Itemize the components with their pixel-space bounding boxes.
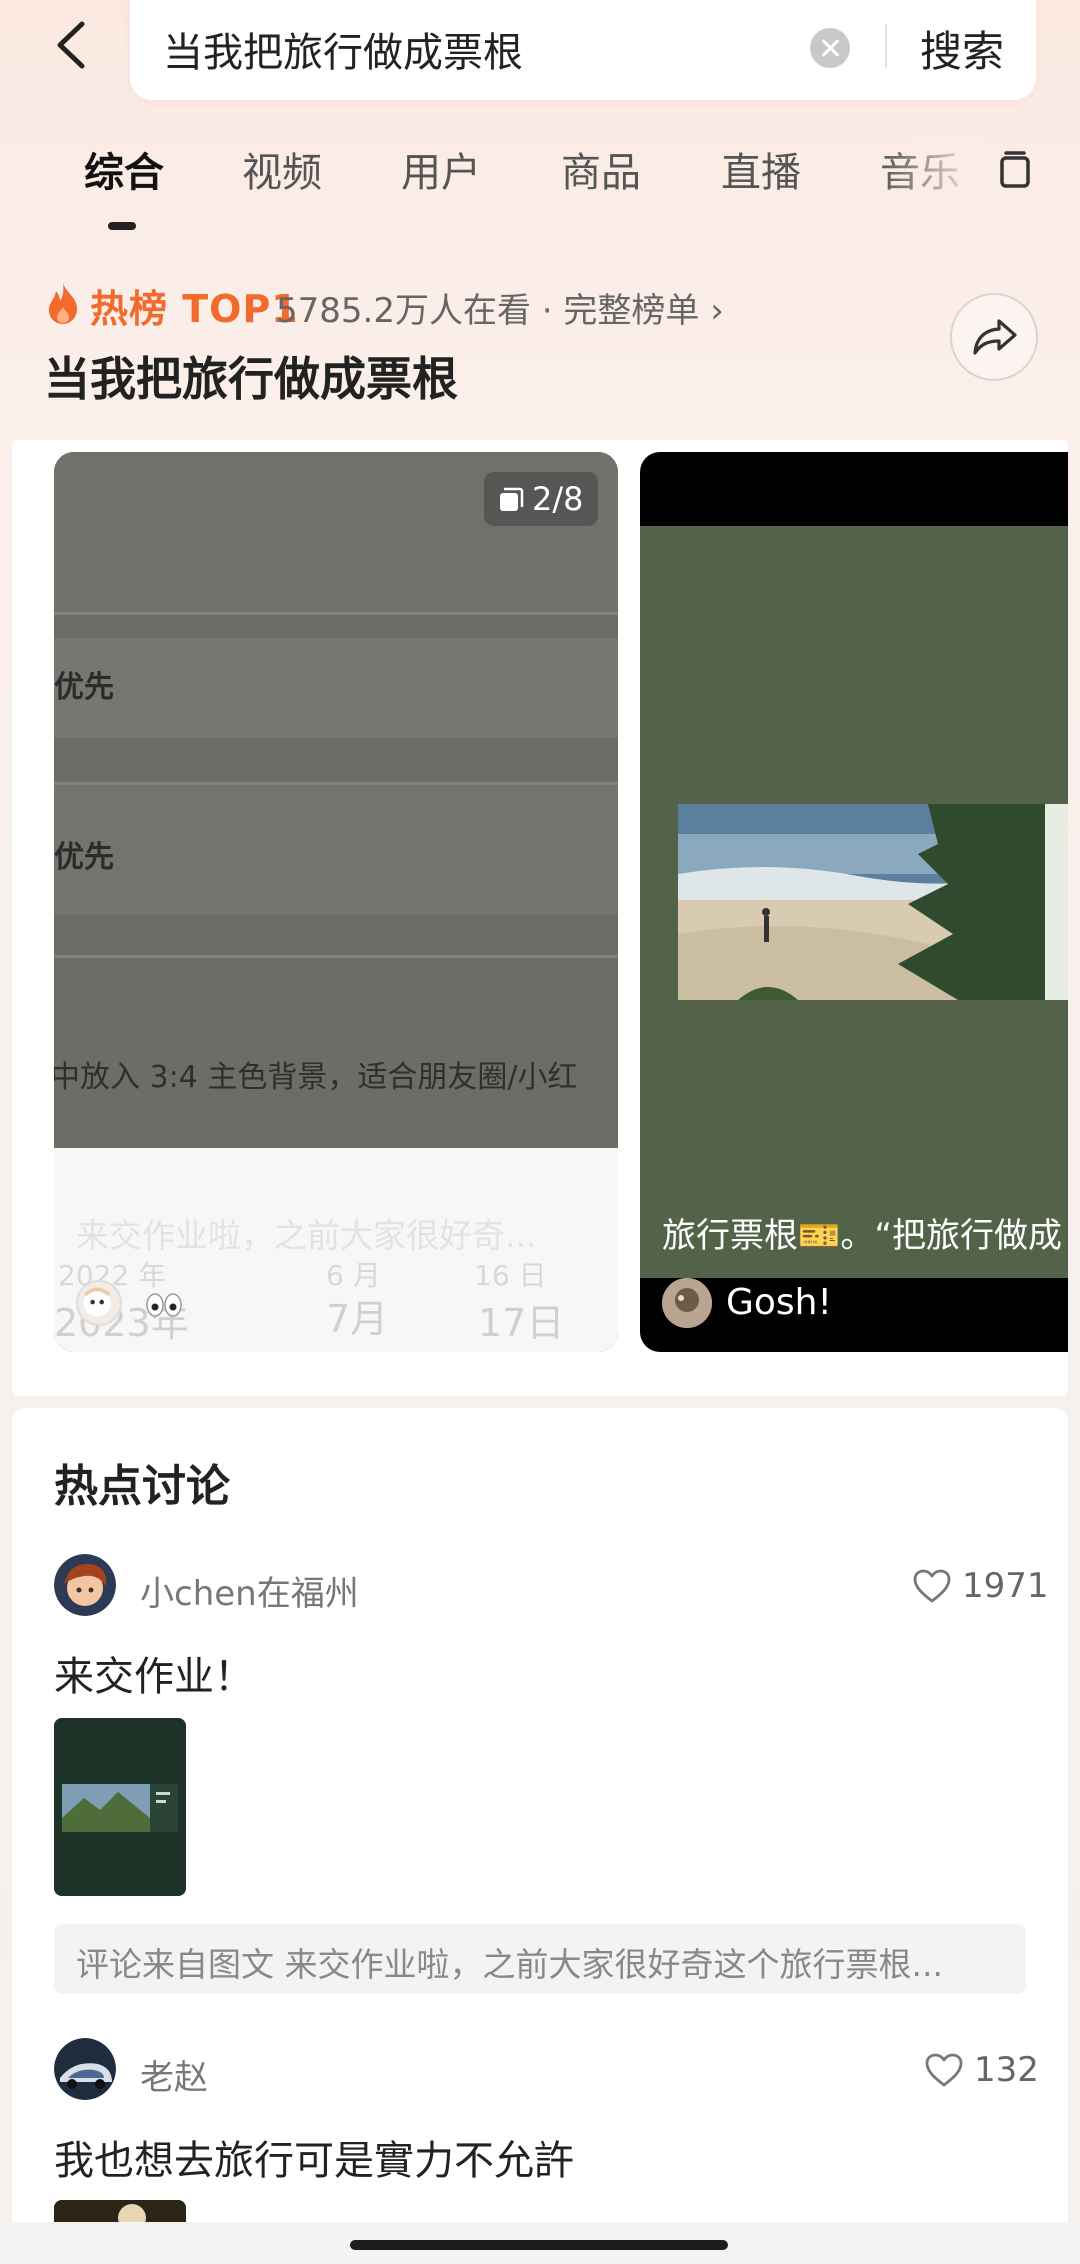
heart-icon[interactable] bbox=[924, 2052, 964, 2088]
gallery-icon bbox=[500, 487, 524, 511]
flame-icon bbox=[44, 281, 82, 325]
topic-title: 当我把旅行做成票根 bbox=[44, 352, 458, 406]
card-text: 中放入 3:4 主色背景，适合朋友圈/小红 bbox=[54, 1060, 578, 1095]
hot-rank-meta[interactable]: 5785.2万人在看 · 完整榜单 › bbox=[276, 283, 724, 332]
heart-icon[interactable] bbox=[912, 1568, 952, 1604]
comment-source-text: 评论来自图文 来交作业啦，之前大家很好奇这个旅行票根... bbox=[76, 1945, 943, 1984]
page-indicator-badge: 2/8 bbox=[484, 472, 598, 526]
back-button[interactable] bbox=[40, 10, 110, 80]
hot-rank-label[interactable]: 热榜 TOP1 bbox=[90, 278, 299, 333]
search-results-page: 当我把旅行做成票根 搜索 综合 视频 用户 商品 直播 音乐 热榜 TOP1 5… bbox=[0, 0, 1080, 2264]
ticket-edge bbox=[1045, 804, 1068, 1000]
eyes-emoji-icon bbox=[146, 1292, 182, 1318]
avatar[interactable] bbox=[54, 1554, 116, 1616]
card-band bbox=[54, 785, 618, 915]
comment-source[interactable]: 评论来自图文 来交作业啦，之前大家很好奇这个旅行票根... bbox=[54, 1924, 1026, 1994]
active-tab-indicator bbox=[108, 222, 136, 230]
share-icon bbox=[973, 319, 1017, 355]
tab-products[interactable]: 商品 bbox=[561, 140, 641, 198]
tab-users[interactable]: 用户 bbox=[401, 140, 481, 198]
tab-comprehensive[interactable]: 综合 bbox=[84, 140, 164, 198]
search-button[interactable]: 搜索 bbox=[920, 18, 1004, 79]
card-line bbox=[54, 612, 618, 615]
share-button[interactable] bbox=[950, 293, 1038, 381]
post-username[interactable]: 小chen在福州 bbox=[140, 1566, 359, 1615]
avatar[interactable] bbox=[54, 2038, 116, 2100]
chevron-left-icon bbox=[57, 21, 85, 69]
like-count: 132 bbox=[974, 2050, 1039, 2090]
post-username[interactable]: 老赵 bbox=[140, 2050, 208, 2099]
filter-icon[interactable] bbox=[996, 150, 1034, 190]
card-band bbox=[54, 638, 618, 738]
date-day: 17日 bbox=[478, 1301, 565, 1345]
section-title: 热点讨论 bbox=[54, 1461, 230, 1512]
tab-live[interactable]: 直播 bbox=[721, 140, 801, 198]
post-image[interactable] bbox=[54, 1718, 186, 1896]
page-indicator: 2/8 bbox=[532, 480, 584, 518]
note-card-1[interactable]: 优先 优先 中放入 3:4 主色背景，适合朋友圈/小红 2022 年 6 月 1… bbox=[54, 452, 618, 1352]
avatar bbox=[76, 1280, 122, 1326]
clear-icon[interactable] bbox=[810, 28, 850, 68]
beach-photo bbox=[678, 804, 1048, 1000]
date-month: 7月 bbox=[326, 1297, 389, 1341]
post-text: 我也想去旅行可是實力不允許 bbox=[54, 2138, 574, 2184]
card-author[interactable]: Gosh! bbox=[726, 1282, 832, 1323]
card-caption: 来交作业啦，之前大家很好奇... bbox=[76, 1216, 537, 1255]
card-caption: 旅行票根🎫。“把旅行做成 bbox=[662, 1216, 1062, 1256]
home-indicator[interactable] bbox=[350, 2240, 728, 2250]
card-text: 优先 bbox=[54, 670, 114, 705]
search-divider bbox=[885, 24, 887, 68]
note-card-2[interactable]: 旅行票根🎫。“把旅行做成 Gosh! bbox=[640, 452, 1068, 1352]
like-count: 1971 bbox=[962, 1566, 1049, 1606]
search-input[interactable]: 当我把旅行做成票根 bbox=[163, 20, 523, 78]
post-text: 来交作业！ bbox=[54, 1654, 254, 1700]
card-line bbox=[54, 955, 618, 958]
tab-video[interactable]: 视频 bbox=[242, 140, 322, 198]
card-text: 优先 bbox=[54, 840, 114, 875]
search-box[interactable]: 当我把旅行做成票根 搜索 bbox=[130, 0, 1036, 100]
avatar bbox=[662, 1278, 712, 1328]
date-day-top: 16 日 bbox=[474, 1259, 547, 1292]
tab-fade bbox=[880, 140, 980, 200]
